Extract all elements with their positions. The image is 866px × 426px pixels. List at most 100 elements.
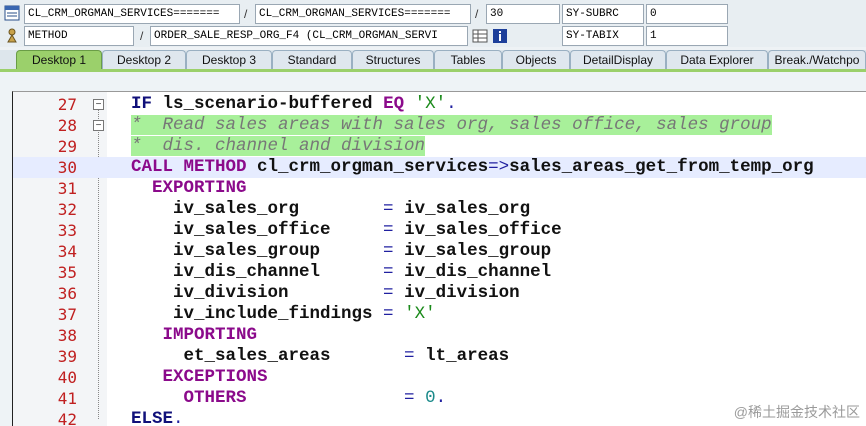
code-token: IF — [131, 94, 163, 114]
line-number: 34 — [57, 242, 77, 261]
code-line[interactable]: 39 et_sales_areas = lt_areas — [13, 346, 866, 367]
event-type-field[interactable]: METHOD — [24, 26, 134, 46]
code-token: iv_division — [131, 283, 384, 303]
code-token: iv_dis_channel — [131, 262, 384, 282]
line-number: 30 — [57, 158, 77, 177]
code-line[interactable]: 34 iv_sales_group = iv_sales_group — [13, 241, 866, 262]
line-number: 38 — [57, 326, 77, 345]
code-token: iv_sales_group — [131, 241, 384, 261]
code-token: = — [383, 241, 405, 261]
program-field[interactable]: CL_CRM_ORGMAN_SERVICES======= — [24, 4, 240, 24]
system-variable-value[interactable]: 0 — [646, 4, 728, 24]
code-line[interactable]: 28 − * Read sales areas with sales org, sa… — [13, 115, 866, 136]
event-field[interactable]: ORDER_SALE_RESP_ORG_F4 (CL_CRM_ORGMAN_SE… — [150, 26, 468, 46]
code-token: iv_sales_org — [404, 199, 531, 219]
code-text: CALL METHOD cl_crm_orgman_services=>sale… — [131, 157, 814, 178]
code-line[interactable]: 36 iv_division = iv_division — [13, 283, 866, 304]
code-line[interactable]: 35 iv_dis_channel = iv_dis_channel — [13, 262, 866, 283]
code-text: OTHERS = 0. — [131, 388, 447, 409]
line-number: 29 — [57, 137, 77, 156]
code-token: OTHERS — [131, 388, 405, 408]
code-token: et_sales_areas — [131, 346, 405, 366]
line-number: 31 — [57, 179, 77, 198]
desktop-tabs: Desktop 1 Desktop 2 Desktop 3 Standard S… — [0, 50, 866, 70]
system-variable-name[interactable]: SY-SUBRC — [562, 4, 644, 24]
code-token: 'X' — [404, 304, 436, 324]
code-token: cl_crm_orgman_services — [257, 157, 489, 177]
code-token: . — [446, 94, 457, 114]
code-token: iv_division — [404, 283, 520, 303]
code-text: iv_dis_channel = iv_dis_channel — [131, 262, 551, 283]
line-number: 33 — [57, 221, 77, 240]
code-line[interactable]: 33 iv_sales_office = iv_sales_office — [13, 220, 866, 241]
tab-standard[interactable]: Standard — [272, 50, 352, 70]
line-field[interactable]: 30 — [486, 4, 560, 24]
watermark: @稀土掘金技术社区 — [733, 404, 860, 420]
tab-detail-display[interactable]: DetailDisplay — [570, 50, 666, 70]
code-token: = — [383, 220, 405, 240]
code-token: = — [383, 283, 405, 303]
code-line[interactable]: 29 * dis. channel and division — [13, 136, 866, 157]
line-number: 41 — [57, 389, 77, 408]
code-token: lt_areas — [425, 346, 510, 366]
code-token: 0 — [425, 388, 436, 408]
code-token: . — [435, 388, 447, 408]
desktop-panel: 27 − IF ls_scenario-buffered EQ 'X'. 28 − * R… — [0, 72, 866, 426]
code-line[interactable]: 40 EXCEPTIONS — [13, 367, 866, 388]
code-text: IF ls_scenario-buffered EQ 'X'. — [131, 94, 457, 115]
tab-objects[interactable]: Objects — [502, 50, 570, 70]
fold-toggle-icon[interactable]: − — [93, 120, 104, 131]
code-text: EXCEPTIONS — [131, 367, 268, 388]
system-variable-value[interactable]: 1 — [646, 26, 728, 46]
code-line[interactable]: 27 − IF ls_scenario-buffered EQ 'X'. — [13, 94, 866, 115]
debugger-header: CL_CRM_ORGMAN_SERVICES======= / CL_CRM_O… — [0, 0, 866, 47]
code-token: iv_sales_org — [131, 199, 384, 219]
code-text: iv_division = iv_division — [131, 283, 520, 304]
code-line[interactable]: 30 CALL METHOD cl_crm_orgman_services=>sa… — [13, 157, 866, 178]
tab-breakpoints-watchpoints[interactable]: Break./Watchpo — [768, 50, 866, 70]
include-field[interactable]: CL_CRM_ORGMAN_SERVICES======= — [255, 4, 471, 24]
line-number: 37 — [57, 305, 77, 324]
code-text: IMPORTING — [131, 325, 258, 346]
code-line[interactable]: 31 EXPORTING — [13, 178, 866, 199]
line-number: 36 — [57, 284, 77, 303]
method-icon — [4, 27, 20, 43]
code-token: iv_include_findings — [131, 304, 384, 324]
code-token: ls_scenario-buffered — [162, 94, 384, 114]
code-token: iv_sales_office — [131, 220, 384, 240]
tab-data-explorer[interactable]: Data Explorer — [666, 50, 768, 70]
info-icon[interactable] — [492, 28, 508, 44]
code-line[interactable]: 37 iv_include_findings = 'X' — [13, 304, 866, 325]
code-token: EQ — [383, 94, 415, 114]
tab-desktop-1[interactable]: Desktop 1 — [16, 50, 102, 70]
code-text: iv_sales_office = iv_sales_office — [131, 220, 562, 241]
code-text: * Read sales areas with sales org, sales… — [131, 115, 772, 136]
separator: / — [244, 7, 248, 21]
code-token: EXPORTING — [131, 178, 247, 198]
code-token: => — [488, 157, 510, 177]
code-token: = — [404, 388, 426, 408]
code-line[interactable]: 32 iv_sales_org = iv_sales_org — [13, 199, 866, 220]
code-text: ELSE. — [131, 409, 184, 426]
source-code-editor[interactable]: 27 − IF ls_scenario-buffered EQ 'X'. 28 − * R… — [12, 91, 866, 426]
tab-structures[interactable]: Structures — [352, 50, 434, 70]
line-number: 27 — [57, 95, 77, 114]
code-text: iv_include_findings = 'X' — [131, 304, 436, 325]
tab-tables[interactable]: Tables — [434, 50, 502, 70]
code-token: = — [404, 346, 426, 366]
system-variable-name[interactable]: SY-TABIX — [562, 26, 644, 46]
fold-toggle-icon[interactable]: − — [93, 99, 104, 110]
line-number: 28 — [57, 116, 77, 135]
code-token: = — [383, 199, 405, 219]
code-text: iv_sales_group = iv_sales_group — [131, 241, 551, 262]
tab-desktop-2[interactable]: Desktop 2 — [102, 50, 186, 70]
code-token: 'X' — [414, 94, 447, 114]
code-token: * dis. channel and division — [131, 136, 426, 156]
table-icon[interactable] — [472, 28, 488, 44]
code-token: IMPORTING — [131, 325, 258, 345]
line-number: 35 — [57, 263, 77, 282]
code-token: iv_sales_group — [404, 241, 552, 261]
code-line[interactable]: 38 IMPORTING — [13, 325, 866, 346]
code-text: et_sales_areas = lt_areas — [131, 346, 510, 367]
tab-desktop-3[interactable]: Desktop 3 — [186, 50, 272, 70]
